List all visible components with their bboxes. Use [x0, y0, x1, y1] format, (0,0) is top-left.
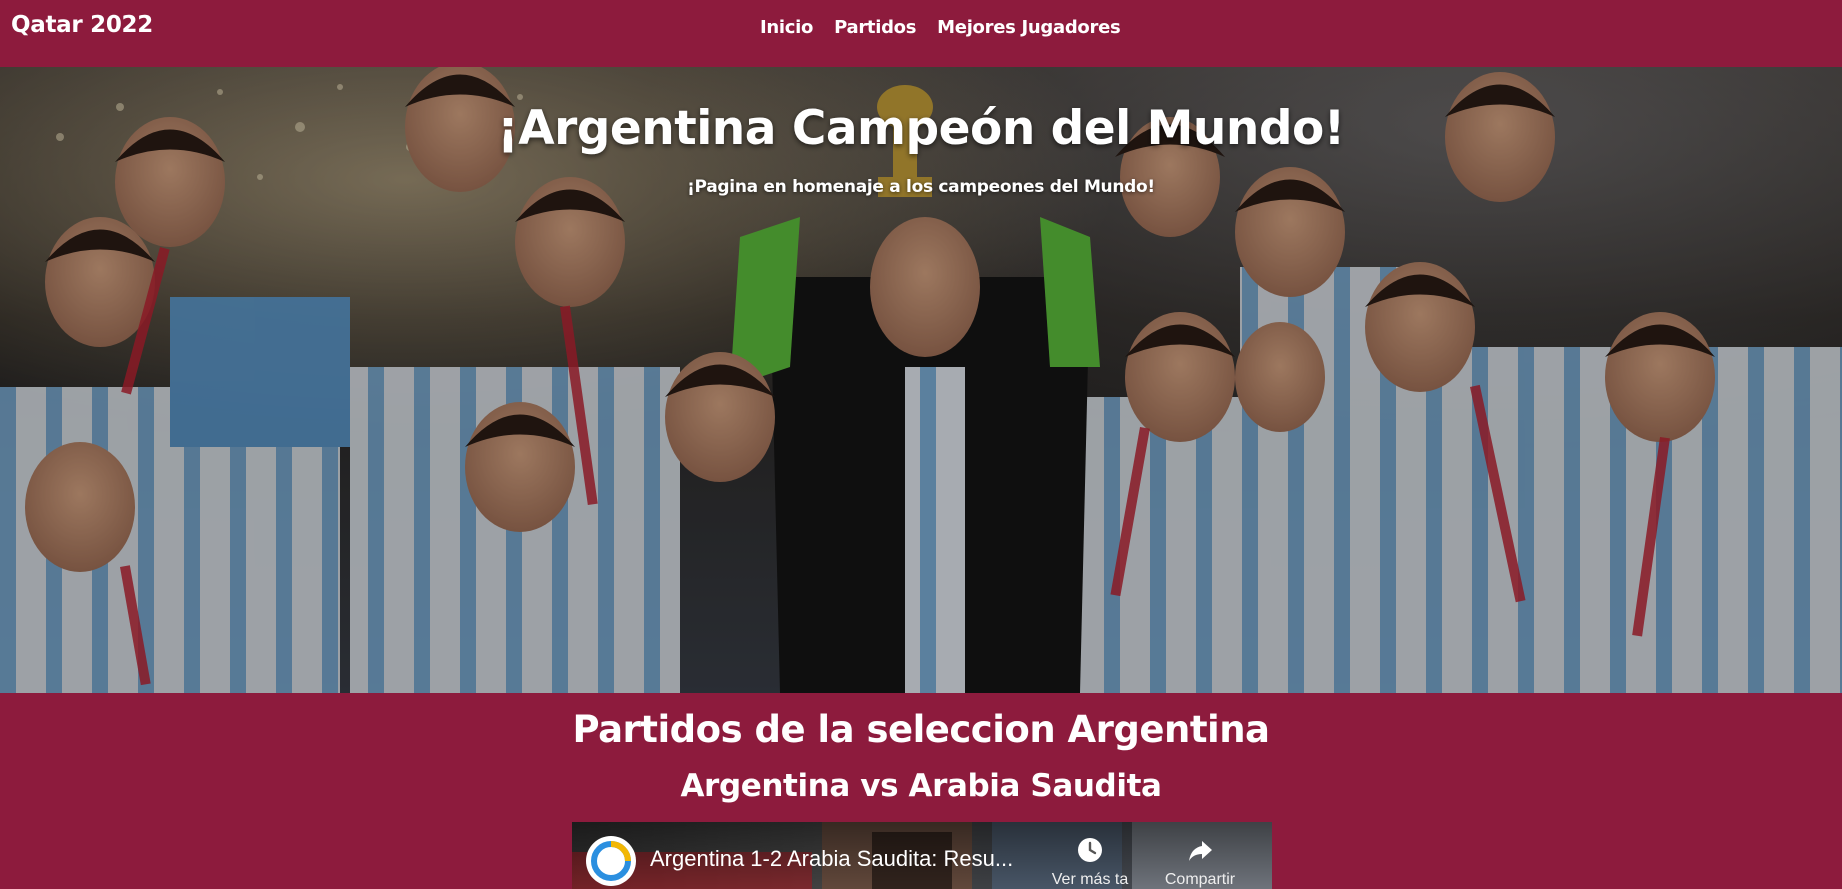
channel-logo-icon	[591, 841, 631, 881]
watch-later-label: Ver más ta	[1051, 871, 1129, 888]
hero-subtitle: ¡Pagina en homenaje a los campeones del …	[687, 177, 1155, 197]
nav-link-partidos[interactable]: Partidos	[834, 17, 916, 43]
watch-later-button[interactable]: Ver más ta	[1040, 836, 1140, 889]
navbar: Qatar 2022 Inicio Partidos Mejores Jugad…	[0, 0, 1842, 67]
match-title: Argentina vs Arabia Saudita	[680, 768, 1162, 804]
video-title[interactable]: Argentina 1-2 Arabia Saudita: Resu...	[650, 846, 1030, 872]
hero-banner: ¡Argentina Campeón del Mundo! ¡Pagina en…	[0, 67, 1842, 693]
site-brand[interactable]: Qatar 2022	[11, 12, 153, 38]
share-label: Compartir	[1164, 871, 1236, 888]
nav-link-mejores-jugadores[interactable]: Mejores Jugadores	[937, 17, 1121, 43]
main-nav: Inicio Partidos Mejores Jugadores	[760, 17, 1121, 43]
youtube-video-embed[interactable]: Argentina 1-2 Arabia Saudita: Resu... Ve…	[572, 822, 1272, 889]
clock-icon	[1078, 838, 1102, 862]
hero-title: ¡Argentina Campeón del Mundo!	[497, 101, 1345, 156]
hero-dark-overlay	[0, 67, 1842, 693]
share-button[interactable]: Compartir	[1150, 836, 1250, 889]
matches-section-title: Partidos de la seleccion Argentina	[572, 708, 1270, 751]
channel-avatar[interactable]	[586, 836, 636, 886]
share-icon	[1189, 841, 1212, 861]
nav-link-inicio[interactable]: Inicio	[760, 17, 813, 43]
